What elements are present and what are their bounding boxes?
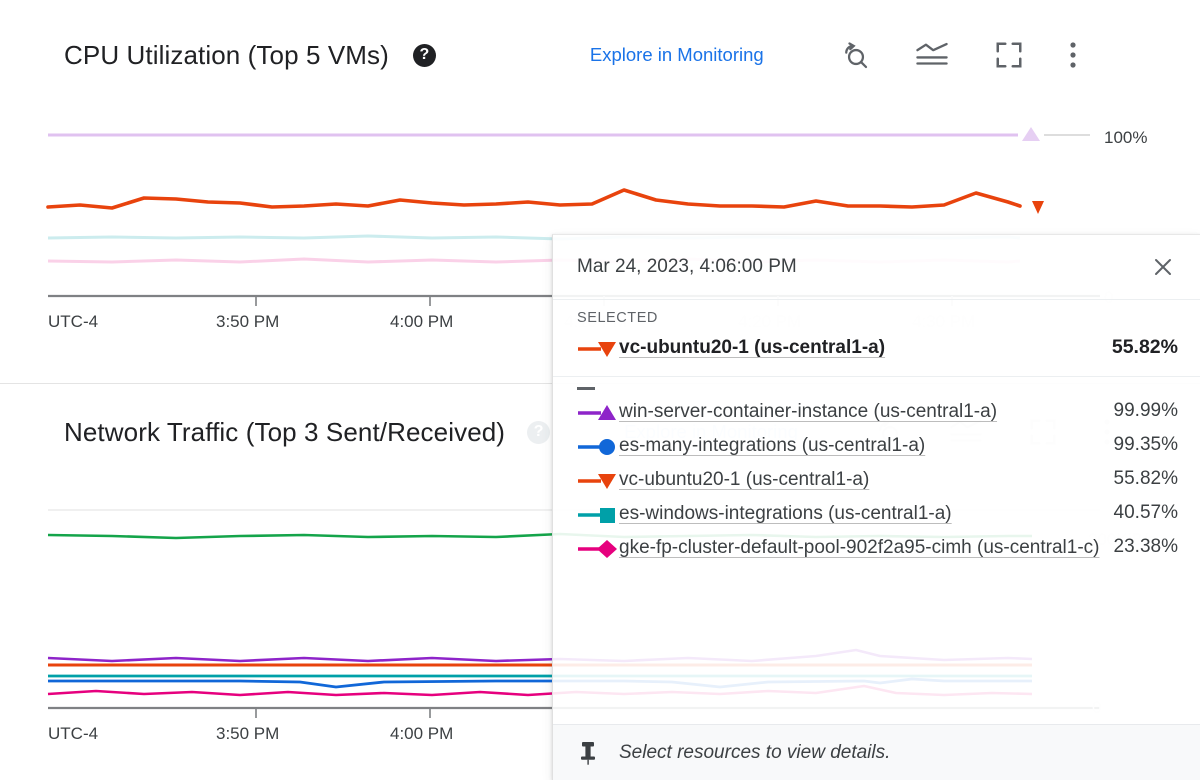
legend-item-4-name[interactable]: gke-fp-cluster-default-pool-902f2a95-cim… <box>619 535 1114 560</box>
reset-zoom-icon[interactable] <box>838 39 870 71</box>
cpu-card-header: CPU Utilization (Top 5 VMs) ? Explore in… <box>0 0 1200 110</box>
fullscreen-icon[interactable] <box>994 40 1024 70</box>
page-title: CPU Utilization (Top 5 VMs) <box>64 39 389 70</box>
legend-item-2[interactable]: vc-ubuntu20-1 (us-central1-a) 55.82% <box>553 464 1200 498</box>
selected-legend-item[interactable]: vc-ubuntu20-1 (us-central1-a) 55.82% <box>553 332 1200 366</box>
explore-in-monitoring-link[interactable]: Explore in Monitoring <box>590 44 764 66</box>
selected-section-label: SELECTED <box>577 310 658 326</box>
legend-item-3-name[interactable]: es-windows-integrations (us-central1-a) <box>619 501 1114 526</box>
legend-item-4-value: 23.38% <box>1113 535 1178 557</box>
network-page-title: Network Traffic (Top 3 Sent/Received) <box>64 416 506 447</box>
pin-icon <box>577 740 611 766</box>
details-panel-footer: Select resources to view details. <box>553 724 1200 780</box>
legend-item-0[interactable]: win-server-container-instance (us-centra… <box>553 396 1200 430</box>
overflow-menu-icon[interactable] <box>1069 40 1077 70</box>
details-panel-body: SELECTED vc-ubuntu20-1 (us-central1-a) 5… <box>553 300 1200 724</box>
collapse-dash[interactable] <box>553 377 1200 396</box>
details-panel: Mar 24, 2023, 4:06:00 PM SELECTED vc-ubu… <box>552 234 1200 780</box>
down-triangle-icon <box>577 469 619 493</box>
legend-item-0-value: 99.99% <box>1113 399 1178 421</box>
cpu-x-tick-1: 3:50 PM <box>216 312 280 331</box>
legend-item-1-value: 99.35% <box>1113 433 1178 455</box>
net-x-tick-0: UTC-4 <box>48 724 99 743</box>
selected-series-name[interactable]: vc-ubuntu20-1 (us-central1-a) <box>619 335 1112 360</box>
cpu-y-tick-100: 100% <box>1104 128 1148 147</box>
net-x-tick-1: 3:50 PM <box>216 724 280 743</box>
legend-item-1-name[interactable]: es-many-integrations (us-central1-a) <box>619 433 1114 458</box>
legend-item-4[interactable]: gke-fp-cluster-default-pool-902f2a95-cim… <box>553 532 1200 566</box>
up-triangle-icon <box>577 401 619 425</box>
diamond-icon <box>577 537 619 561</box>
footer-hint-text: Select resources to view details. <box>619 741 891 763</box>
down-triangle-icon <box>577 337 619 361</box>
close-icon[interactable] <box>1148 252 1178 282</box>
cpu-chart-toolbar <box>838 39 1077 71</box>
legend-item-2-value: 55.82% <box>1113 467 1178 489</box>
circle-icon <box>577 435 619 459</box>
legend-item-2-name[interactable]: vc-ubuntu20-1 (us-central1-a) <box>619 467 1114 492</box>
help-circle-icon[interactable]: ? <box>527 420 551 444</box>
chart-lines-icon[interactable] <box>915 40 949 70</box>
help-circle-icon[interactable]: ? <box>412 43 436 67</box>
details-panel-header: Mar 24, 2023, 4:06:00 PM <box>553 235 1200 299</box>
legend-item-1[interactable]: es-many-integrations (us-central1-a) 99.… <box>553 430 1200 464</box>
selected-series-value: 55.82% <box>1111 336 1178 358</box>
legend-item-3-value: 40.57% <box>1113 501 1178 523</box>
cpu-x-tick-2: 4:00 PM <box>390 312 454 331</box>
cpu-x-tick-0: UTC-4 <box>48 312 99 331</box>
details-timestamp: Mar 24, 2023, 4:06:00 PM <box>577 256 797 277</box>
legend-item-3[interactable]: es-windows-integrations (us-central1-a) … <box>553 498 1200 532</box>
legend-item-0-name[interactable]: win-server-container-instance (us-centra… <box>619 399 1114 424</box>
square-icon <box>577 503 619 527</box>
net-x-tick-2: 4:00 PM <box>390 724 454 743</box>
